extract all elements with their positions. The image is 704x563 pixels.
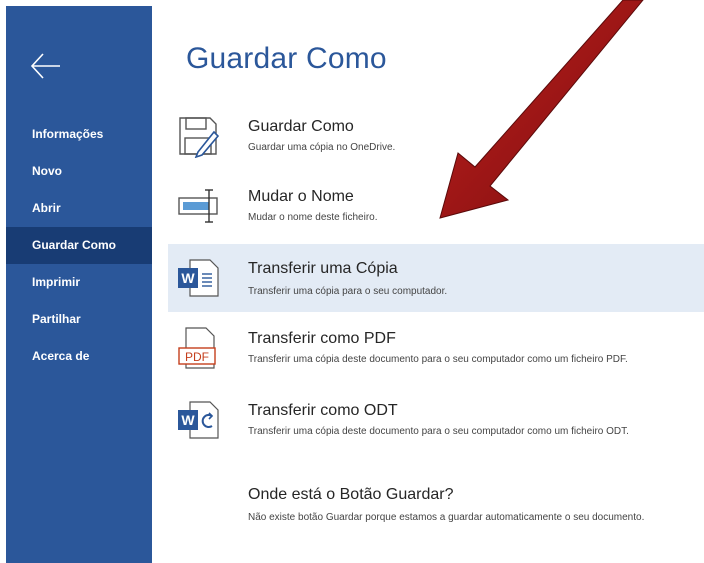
sidebar-item-label: Partilhar xyxy=(32,312,81,326)
rename-icon xyxy=(178,189,218,223)
option-rename[interactable]: Mudar o Nome Mudar o nome deste ficheiro… xyxy=(168,176,704,238)
back-button[interactable] xyxy=(24,44,68,88)
sidebar-item-abrir[interactable]: Abrir xyxy=(6,190,152,227)
sidebar-item-label: Abrir xyxy=(32,201,61,215)
sidebar-item-label: Acerca de xyxy=(32,349,90,363)
option-title: Transferir uma Cópia xyxy=(248,260,398,277)
sidebar-item-novo[interactable]: Novo xyxy=(6,153,152,190)
info-where-is-save: Onde está o Botão Guardar? Não existe bo… xyxy=(168,474,704,550)
page-title: Guardar Como xyxy=(186,42,387,75)
option-description: Mudar o nome deste ficheiro. xyxy=(248,212,378,223)
back-arrow-icon xyxy=(30,53,60,79)
pdf-document-icon: PDF xyxy=(178,327,216,369)
option-title: Transferir como ODT xyxy=(248,402,398,419)
option-title: Guardar Como xyxy=(248,118,354,135)
sidebar-item-label: Informações xyxy=(32,127,104,141)
option-download-odt[interactable]: W Transferir como ODT Transferir uma cóp… xyxy=(168,388,704,464)
option-download-pdf[interactable]: PDF Transferir como PDF Transferir uma c… xyxy=(168,316,704,384)
word-icon-letter: W xyxy=(181,412,195,428)
save-as-icon xyxy=(179,117,220,158)
sidebar-item-label: Novo xyxy=(32,164,62,178)
backstage-sidebar: Informações Novo Abrir Guardar Como Impr… xyxy=(6,6,152,563)
sidebar-item-label: Imprimir xyxy=(32,275,81,289)
sidebar-item-imprimir[interactable]: Imprimir xyxy=(6,264,152,301)
option-description: Guardar uma cópia no OneDrive. xyxy=(248,142,396,153)
option-title: Mudar o Nome xyxy=(248,188,354,205)
sidebar-item-informacoes[interactable]: Informações xyxy=(6,116,152,153)
option-description: Não existe botão Guardar porque estamos … xyxy=(248,512,645,523)
sidebar-item-guardar-como[interactable]: Guardar Como xyxy=(6,227,152,264)
sidebar-nav: Informações Novo Abrir Guardar Como Impr… xyxy=(6,116,152,375)
option-title: Onde está o Botão Guardar? xyxy=(248,486,454,503)
word-document-icon: W xyxy=(178,259,219,297)
pdf-icon-label: PDF xyxy=(185,350,209,364)
odt-document-icon: W xyxy=(178,401,219,439)
option-description: Transferir uma cópia para o seu computad… xyxy=(248,286,448,297)
sidebar-item-acerca-de[interactable]: Acerca de xyxy=(6,338,152,375)
option-download-copy[interactable]: W Transferir uma Cópia Transferir uma có… xyxy=(168,244,704,312)
word-icon-letter: W xyxy=(181,270,195,286)
option-description: Transferir uma cópia deste documento par… xyxy=(248,426,629,437)
sidebar-item-partilhar[interactable]: Partilhar xyxy=(6,301,152,338)
sidebar-item-label: Guardar Como xyxy=(32,238,117,252)
option-title: Transferir como PDF xyxy=(248,330,396,347)
main-panel: Guardar Como Guardar Como Guardar uma có… xyxy=(168,0,704,563)
option-save-as[interactable]: Guardar Como Guardar uma cópia no OneDri… xyxy=(168,106,704,168)
option-description: Transferir uma cópia deste documento par… xyxy=(248,354,628,365)
